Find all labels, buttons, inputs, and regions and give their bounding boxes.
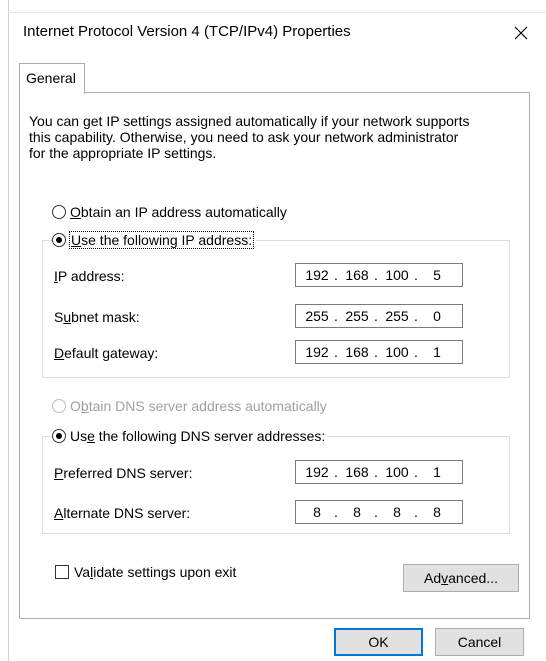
- use-following-ip-radio[interactable]: Use the following IP address:: [52, 231, 257, 249]
- use-following-ip-label: Use the following IP address:: [68, 231, 255, 249]
- tcpipv4-properties-dialog: Internet Protocol Version 4 (TCP/IPv4) P…: [0, 0, 546, 661]
- octet-2[interactable]: 168: [340, 267, 374, 283]
- obtain-dns-auto-radio[interactable]: Obtain DNS server address automatically: [52, 398, 327, 414]
- octet-separator: .: [374, 308, 378, 324]
- octet-4[interactable]: 5: [420, 267, 454, 283]
- description-line: this capability. Otherwise, you need to …: [29, 129, 459, 145]
- octet-4[interactable]: 1: [420, 464, 454, 480]
- octet-3[interactable]: 100: [380, 344, 414, 360]
- octet-separator: .: [334, 344, 338, 360]
- octet-separator: .: [374, 504, 378, 520]
- close-icon: [514, 26, 528, 40]
- octet-separator: .: [414, 308, 418, 324]
- octet-4[interactable]: 0: [420, 308, 454, 324]
- validate-settings-checkbox[interactable]: Validate settings upon exit: [55, 564, 236, 580]
- use-following-dns-label: Use the following DNS server addresses:: [70, 428, 326, 444]
- window-title: Internet Protocol Version 4 (TCP/IPv4) P…: [23, 23, 351, 40]
- octet-4[interactable]: 1: [420, 344, 454, 360]
- subnet-mask-label: Subnet mask:: [54, 309, 140, 325]
- octet-2[interactable]: 8: [340, 504, 374, 520]
- advanced-button-label: Advanced...: [424, 570, 498, 586]
- octet-2[interactable]: 168: [340, 344, 374, 360]
- octet-1[interactable]: 192: [300, 344, 334, 360]
- checkbox-box[interactable]: [55, 565, 69, 579]
- tab-general[interactable]: General: [19, 63, 85, 94]
- octet-separator: .: [334, 504, 338, 520]
- description-line: You can get IP settings assigned automat…: [29, 113, 470, 129]
- title-bar[interactable]: Internet Protocol Version 4 (TCP/IPv4) P…: [9, 14, 546, 54]
- radio-circle-checked[interactable]: [52, 429, 66, 443]
- octet-separator: .: [414, 267, 418, 283]
- alternate-dns-input[interactable]: 8 . 8 . 8 . 8: [295, 500, 463, 524]
- octet-2[interactable]: 168: [340, 464, 374, 480]
- octet-separator: .: [374, 344, 378, 360]
- octet-separator: .: [334, 308, 338, 324]
- window-top-border: [8, 12, 546, 13]
- ok-button[interactable]: OK: [334, 628, 423, 656]
- octet-separator: .: [374, 464, 378, 480]
- octet-separator: .: [334, 464, 338, 480]
- octet-3[interactable]: 100: [380, 267, 414, 283]
- radio-circle-checked[interactable]: [52, 233, 66, 247]
- obtain-ip-auto-label: Obtain an IP address automatically: [70, 204, 287, 220]
- default-gateway-input[interactable]: 192 . 168 . 100 . 1: [295, 340, 463, 364]
- obtain-dns-auto-label: Obtain DNS server address automatically: [70, 398, 327, 414]
- tab-general-label: General: [26, 70, 76, 86]
- advanced-button[interactable]: Advanced...: [403, 564, 519, 592]
- octet-1[interactable]: 192: [300, 464, 334, 480]
- ip-address-label: IP address:: [54, 268, 125, 284]
- window-border: [8, 0, 9, 661]
- description-line: for the appropriate IP settings.: [29, 145, 217, 161]
- octet-separator: .: [374, 267, 378, 283]
- subnet-mask-input[interactable]: 255 . 255 . 255 . 0: [295, 304, 463, 328]
- octet-1[interactable]: 192: [300, 267, 334, 283]
- octet-separator: .: [334, 267, 338, 283]
- octet-2[interactable]: 255: [340, 308, 374, 324]
- radio-circle-disabled[interactable]: [52, 399, 66, 413]
- radio-circle[interactable]: [52, 205, 66, 219]
- octet-3[interactable]: 8: [380, 504, 414, 520]
- octet-separator: .: [414, 464, 418, 480]
- default-gateway-label: Default gateway:: [54, 345, 159, 361]
- cancel-button[interactable]: Cancel: [435, 628, 524, 656]
- octet-3[interactable]: 255: [380, 308, 414, 324]
- obtain-ip-auto-radio[interactable]: Obtain an IP address automatically: [52, 204, 287, 220]
- octet-3[interactable]: 100: [380, 464, 414, 480]
- use-following-dns-radio[interactable]: Use the following DNS server addresses:: [52, 428, 329, 444]
- octet-1[interactable]: 8: [300, 504, 334, 520]
- validate-settings-label: Validate settings upon exit: [74, 564, 237, 580]
- close-button[interactable]: [504, 18, 538, 48]
- preferred-dns-input[interactable]: 192 . 168 . 100 . 1: [295, 460, 463, 484]
- description-text: You can get IP settings assigned automat…: [29, 113, 519, 161]
- ip-address-input[interactable]: 192 . 168 . 100 . 5: [295, 263, 463, 287]
- octet-1[interactable]: 255: [300, 308, 334, 324]
- octet-separator: .: [414, 504, 418, 520]
- octet-4[interactable]: 8: [420, 504, 454, 520]
- preferred-dns-label: Preferred DNS server:: [54, 465, 193, 481]
- alternate-dns-label: Alternate DNS server:: [54, 505, 191, 521]
- octet-separator: .: [414, 344, 418, 360]
